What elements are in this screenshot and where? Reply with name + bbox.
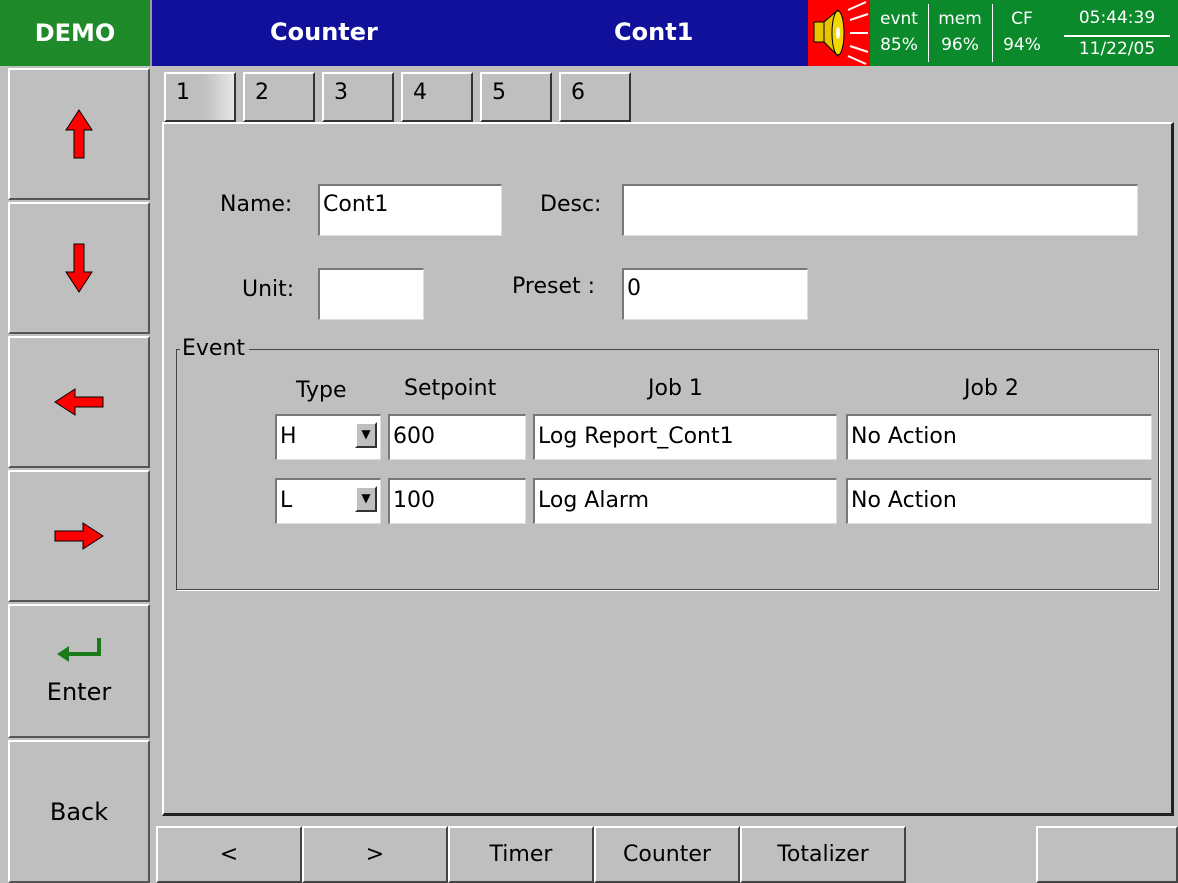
section-title: Counter [270,18,378,46]
setpoint-field[interactable]: 100 [388,478,526,524]
clock-time: 05:44:39 [1078,8,1156,28]
col-type-header: Type [296,378,347,403]
status-indicators: evnt 85% mem 96% CF 94% [870,0,1056,66]
enter-button[interactable]: Enter [8,604,150,738]
unit-label: Unit: [242,277,295,302]
preset-field[interactable]: 0 [622,268,808,320]
col-job2-header: Job 2 [964,376,1019,401]
chevron-down-icon[interactable]: ▼ [355,486,377,512]
next-button[interactable]: > [302,826,448,883]
tab-label: 5 [492,80,506,105]
tab-4[interactable]: 4 [401,72,473,122]
desc-label: Desc: [540,192,602,217]
left-arrow-icon [54,388,104,416]
cf-label: CF [1011,9,1033,29]
up-arrow-icon [65,109,93,159]
type-value: H [280,424,297,449]
job1-field[interactable]: Log Alarm [533,478,837,524]
preset-label: Preset : [512,274,596,299]
event-group-label: Event [180,336,250,361]
job1-field[interactable]: Log Report_Cont1 [533,414,837,460]
blank-button[interactable] [1036,826,1178,883]
desc-field[interactable] [622,184,1138,236]
prev-button[interactable]: < [156,826,302,883]
type-select[interactable]: L ▼ [275,478,381,524]
job2-field[interactable]: No Action [846,414,1152,460]
timer-button[interactable]: Timer [448,826,594,883]
evnt-label: evnt [880,9,918,29]
col-setpoint-header: Setpoint [404,376,497,401]
back-label: Back [49,797,109,826]
down-button[interactable] [8,202,150,334]
cf-value: 94% [1003,35,1041,55]
tab-1[interactable]: 1 [164,72,236,122]
right-arrow-icon [54,522,104,550]
back-button[interactable]: Back [8,740,150,883]
unit-field[interactable] [318,268,424,320]
demo-badge: DEMO [0,0,152,66]
alarm-speaker-icon[interactable] [808,0,870,66]
page-title: Cont1 [614,18,694,46]
title-bar: Counter Cont1 [152,0,808,66]
tab-label: 6 [571,80,585,105]
enter-icon [57,638,101,662]
counter-button[interactable]: Counter [594,826,740,883]
clock: 05:44:39 11/22/05 [1056,0,1178,66]
type-select[interactable]: H ▼ [275,414,381,460]
enter-label: Enter [46,678,112,706]
evnt-value: 85% [880,35,918,55]
tab-label: 2 [255,80,269,105]
name-field[interactable]: Cont1 [318,184,502,236]
totalizer-button[interactable]: Totalizer [740,826,906,883]
job2-field[interactable]: No Action [846,478,1152,524]
left-button[interactable] [8,336,150,468]
col-job1-header: Job 1 [648,376,703,401]
tab-6[interactable]: 6 [559,72,631,122]
tab-label: 3 [334,80,348,105]
clock-date: 11/22/05 [1064,35,1170,62]
tab-2[interactable]: 2 [243,72,315,122]
tab-label: 4 [413,80,427,105]
down-arrow-icon [65,243,93,293]
type-value: L [280,488,293,513]
up-button[interactable] [8,68,150,200]
demo-label: DEMO [34,19,116,47]
tab-3[interactable]: 3 [322,72,394,122]
chevron-down-icon[interactable]: ▼ [355,422,377,448]
tab-label: 1 [176,80,190,105]
name-label: Name: [220,192,293,217]
mem-value: 96% [941,35,979,55]
tab-5[interactable]: 5 [480,72,552,122]
setpoint-field[interactable]: 600 [388,414,526,460]
right-button[interactable] [8,470,150,602]
mem-label: mem [938,9,982,29]
